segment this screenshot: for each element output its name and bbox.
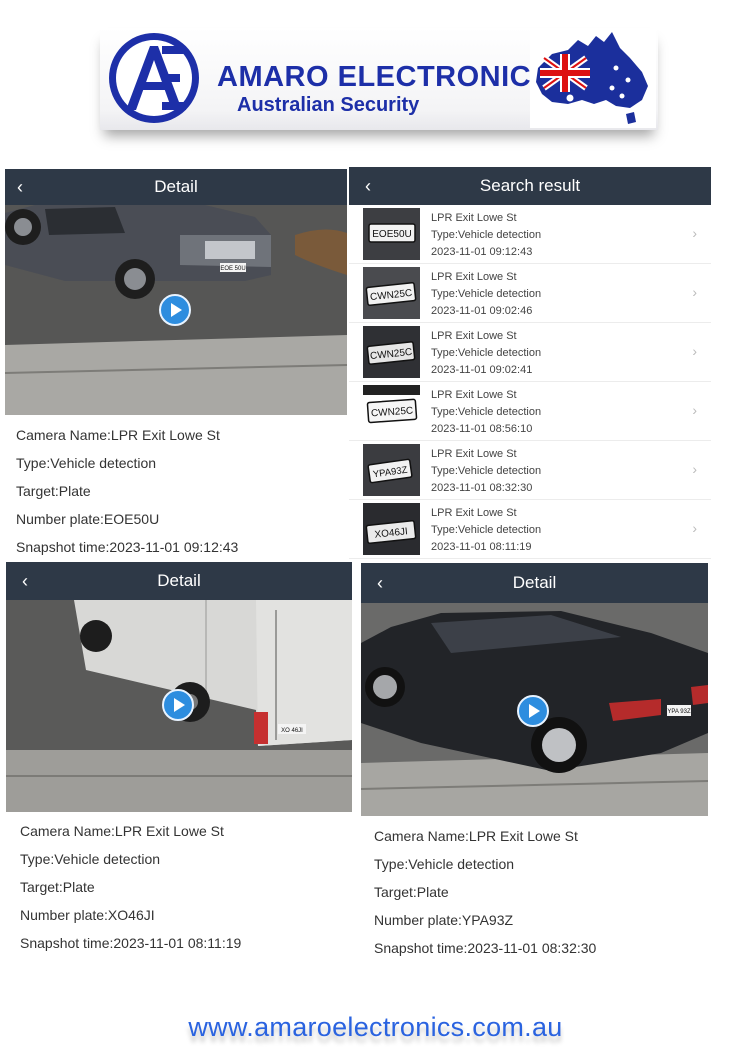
company-tagline: Australian Security (237, 94, 420, 116)
detail-topbar: ‹ Detail (6, 562, 352, 600)
result-row[interactable]: EOE50U LPR Exit Lowe St Type:Vehicle det… (349, 205, 711, 264)
detail-topbar: ‹ Detail (361, 563, 708, 603)
target: Target:Plate (374, 884, 449, 900)
thumb-plate: EOE50U (372, 229, 411, 240)
result-row[interactable]: CWN25C LPR Exit Lowe St Type:Vehicle det… (349, 323, 711, 382)
number-plate: Number plate:EOE50U (16, 511, 160, 527)
chevron-right-icon: › (692, 402, 697, 418)
play-icon[interactable] (159, 294, 191, 326)
result-time: 2023-11-01 09:02:46 (431, 305, 533, 317)
detail-title: Detail (512, 573, 557, 592)
company-name: AMARO ELECTRONICS (217, 61, 551, 93)
ae-logo-icon (109, 33, 199, 123)
back-chevron-icon[interactable]: ‹ (361, 177, 375, 195)
website-url[interactable]: www.amaroelectronics.com.au (0, 1012, 751, 1043)
result-time: 2023-11-01 08:56:10 (431, 423, 533, 435)
plate-thumbnail: EOE50U (363, 208, 420, 260)
result-time: 2023-11-01 09:02:41 (431, 364, 533, 376)
detail-info: Camera Name:LPR Exit Lowe St Type:Vehicl… (374, 822, 708, 962)
result-row[interactable]: XO46JI LPR Exit Lowe St Type:Vehicle det… (349, 500, 711, 559)
detail-panel-1: ‹ Detail EOE 50U Camera Name:LPR Exit Lo… (5, 169, 347, 561)
detection-type: Type:Vehicle detection (20, 851, 161, 867)
plate-thumbnail: CWN25C (363, 326, 420, 378)
detail-panel-2: ‹ Detail XO 46JI Camera Name:LPR Exit Lo… (6, 562, 352, 962)
detail-title: Detail (157, 571, 201, 590)
result-time: 2023-11-01 09:12:43 (431, 246, 533, 258)
snapshot-time: Snapshot time:2023-11-01 08:32:30 (374, 940, 597, 956)
result-camera: LPR Exit Lowe St (431, 389, 517, 401)
snapshot-image[interactable]: YPA 93Z (361, 603, 708, 816)
plate-text: EOE 50U (220, 266, 245, 272)
result-time: 2023-11-01 08:11:19 (431, 541, 532, 553)
result-camera: LPR Exit Lowe St (431, 271, 517, 283)
search-topbar: ‹ Search result (349, 167, 711, 205)
plate-text: YPA 93Z (667, 709, 691, 715)
snapshot-time: Snapshot time:2023-11-01 09:12:43 (16, 539, 239, 555)
result-row[interactable]: YPA93Z LPR Exit Lowe St Type:Vehicle det… (349, 441, 711, 500)
chevron-right-icon: › (692, 284, 697, 300)
search-result-panel: ‹ Search result EOE50U LPR Exit Lowe St … (349, 167, 711, 559)
result-camera: LPR Exit Lowe St (431, 448, 517, 460)
result-row[interactable]: CWN25C LPR Exit Lowe St Type:Vehicle det… (349, 264, 711, 323)
plate-thumbnail: YPA93Z (363, 444, 420, 496)
chevron-right-icon: › (692, 520, 697, 536)
result-type: Type:Vehicle detection (431, 465, 542, 477)
snapshot-image[interactable]: XO 46JI (6, 600, 352, 812)
camera-name: Camera Name:LPR Exit Lowe St (374, 828, 578, 844)
plate-thumbnail: CWN25C (363, 385, 420, 437)
plate-thumbnail: CWN25C (363, 267, 420, 319)
detection-type: Type:Vehicle detection (374, 856, 515, 872)
result-type: Type:Vehicle detection (431, 288, 542, 300)
detail-title: Detail (154, 177, 198, 196)
detail-panel-3: ‹ Detail YPA 93Z Camera Name:LPR Exit Lo… (361, 563, 708, 968)
back-chevron-icon[interactable]: ‹ (13, 178, 27, 196)
target: Target:Plate (20, 879, 95, 895)
result-camera: LPR Exit Lowe St (431, 330, 517, 342)
chevron-right-icon: › (692, 461, 697, 477)
camera-name: Camera Name:LPR Exit Lowe St (16, 427, 220, 443)
result-camera: LPR Exit Lowe St (431, 507, 517, 519)
chevron-right-icon: › (692, 225, 697, 241)
chevron-right-icon: › (692, 343, 697, 359)
result-camera: LPR Exit Lowe St (431, 212, 517, 224)
plate-text: XO 46JI (281, 728, 303, 734)
back-chevron-icon[interactable]: ‹ (18, 572, 32, 590)
play-icon[interactable] (162, 689, 194, 721)
camera-name: Camera Name:LPR Exit Lowe St (20, 823, 224, 839)
result-type: Type:Vehicle detection (431, 524, 542, 536)
detection-type: Type:Vehicle detection (16, 455, 157, 471)
plate-thumbnail: XO46JI (363, 503, 420, 555)
result-type: Type:Vehicle detection (431, 406, 542, 418)
number-plate: Number plate:XO46JI (20, 907, 155, 923)
play-icon[interactable] (517, 695, 549, 727)
back-chevron-icon[interactable]: ‹ (373, 574, 387, 592)
result-list: EOE50U LPR Exit Lowe St Type:Vehicle det… (349, 205, 711, 559)
target: Target:Plate (16, 483, 91, 499)
search-title: Search result (479, 176, 581, 195)
snapshot-image[interactable]: EOE 50U (5, 205, 347, 415)
company-banner: AMARO ELECTRONICS Australian Security (100, 28, 658, 130)
snapshot-time: Snapshot time:2023-11-01 08:11:19 (20, 935, 242, 951)
number-plate: Number plate:YPA93Z (374, 912, 514, 928)
detail-topbar: ‹ Detail (5, 169, 347, 205)
detail-info: Camera Name:LPR Exit Lowe St Type:Vehicl… (20, 817, 352, 957)
result-time: 2023-11-01 08:32:30 (431, 482, 533, 494)
result-row[interactable]: CWN25C LPR Exit Lowe St Type:Vehicle det… (349, 382, 711, 441)
detail-info: Camera Name:LPR Exit Lowe St Type:Vehicl… (16, 421, 347, 561)
result-type: Type:Vehicle detection (431, 229, 542, 241)
australia-flag-map-icon (530, 28, 656, 128)
result-type: Type:Vehicle detection (431, 347, 542, 359)
